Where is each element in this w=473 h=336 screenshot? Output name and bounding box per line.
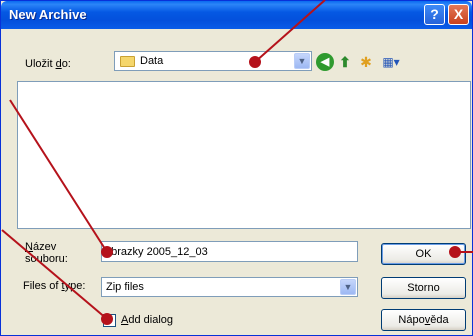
file-list[interactable] <box>17 81 471 229</box>
file-name-field[interactable] <box>101 241 358 262</box>
folder-icon <box>120 56 135 67</box>
chevron-down-icon[interactable]: ▼ <box>294 53 310 69</box>
help-button-suffix: ěda <box>430 314 449 326</box>
save-in-label-prefix: Uložit <box>25 58 56 70</box>
save-in-label-suffix: o: <box>61 58 71 70</box>
back-icon[interactable]: ◀ <box>316 53 334 71</box>
help-title-button[interactable]: ? <box>424 4 445 25</box>
new-folder-icon[interactable]: ✱ <box>357 53 375 71</box>
up-folder-icon[interactable]: ⬆ <box>336 53 354 71</box>
cancel-button[interactable]: Storno <box>381 277 466 299</box>
chevron-down-icon[interactable]: ▼ <box>340 279 356 295</box>
help-button[interactable]: Nápověda <box>381 309 466 331</box>
add-dialog-checkbox[interactable]: ✓ <box>103 314 116 327</box>
save-in-combo[interactable]: Data ▼ <box>114 51 312 71</box>
close-title-button[interactable]: X <box>448 4 469 25</box>
help-button-prefix: Nápo <box>398 314 425 326</box>
file-name-label-accel: N <box>25 241 33 253</box>
title-bar[interactable]: New Archive ? X <box>1 1 472 29</box>
file-type-label: Files of type: <box>23 280 85 292</box>
ok-button[interactable]: OK <box>381 243 466 265</box>
window-title: New Archive <box>9 7 87 22</box>
file-name-label: Název souboru: <box>25 241 68 265</box>
save-in-label: Uložit do: <box>25 58 71 70</box>
view-menu-icon[interactable]: ▦▾ <box>379 53 403 71</box>
file-name-input[interactable] <box>102 242 357 261</box>
file-type-label-prefix: Files of <box>23 280 62 292</box>
file-type-combo[interactable]: Zip files ▼ <box>101 277 358 297</box>
add-dialog-label-rest: dd dialog <box>128 314 173 326</box>
file-type-value: Zip files <box>106 281 144 293</box>
file-name-label-line2: souboru: <box>25 253 68 265</box>
file-name-label-line1: ázev <box>32 241 57 253</box>
new-archive-dialog: New Archive ? X Uložit do: Data ▼ ◀ ⬆ ✱ … <box>0 0 473 336</box>
add-dialog-label[interactable]: Add dialog <box>121 314 173 326</box>
save-in-value: Data <box>140 55 164 67</box>
file-type-label-suffix: ype: <box>64 280 86 292</box>
